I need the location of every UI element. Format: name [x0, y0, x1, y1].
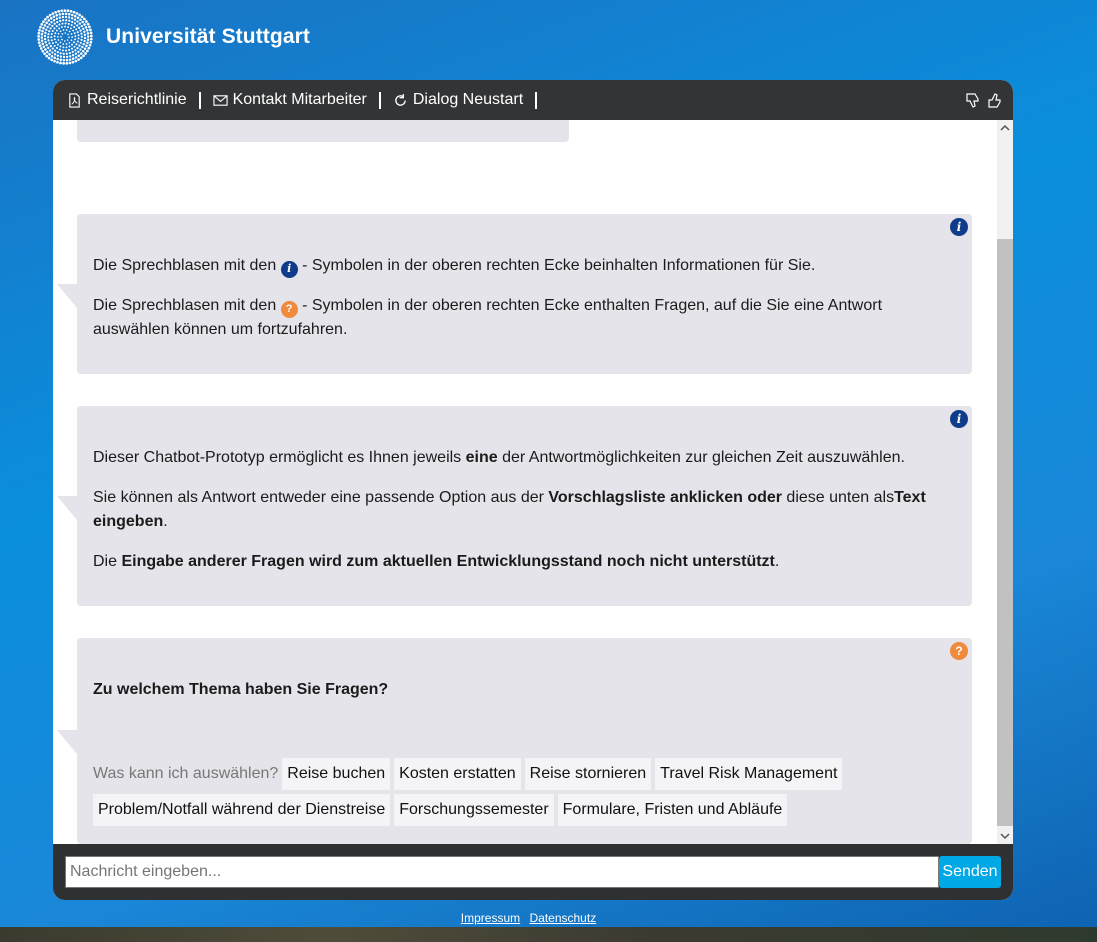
text-span: Die Sprechblasen mit den: [93, 297, 281, 314]
pdf-icon: [69, 92, 80, 108]
text-span: Vorschlagsliste anklicken oder: [548, 489, 782, 506]
chat-window: Reiserichtlinie Kontakt Mitarbeiter Dial…: [53, 80, 1013, 900]
info-icon: i: [950, 410, 968, 428]
message-bubble-info: i Dieser Chatbot-Prototyp ermöglicht es …: [57, 406, 972, 606]
text-span: .: [163, 513, 168, 530]
university-name: Universität Stuttgart: [106, 25, 310, 48]
datenschutz-link[interactable]: Datenschutz: [529, 911, 596, 925]
option-button[interactable]: Reise stornieren: [524, 758, 652, 790]
text-span: Die Sprechblasen mit den: [93, 257, 281, 274]
question-text: Zu welchem Thema haben Sie Fragen?: [93, 681, 389, 698]
scroll-up-arrow-icon[interactable]: [997, 120, 1013, 136]
option-button[interactable]: Problem/Notfall während der Dienstreise: [93, 794, 391, 826]
text-span: eine: [465, 449, 498, 466]
option-button[interactable]: Formulare, Fristen und Abläufe: [557, 794, 788, 826]
text-span: - Symbolen in der oberen rechten Ecke be…: [297, 257, 816, 274]
contact-staff-label: Kontakt Mitarbeiter: [232, 91, 367, 108]
question-icon: ?: [280, 300, 298, 318]
header-divider: [535, 91, 538, 109]
message-bubble-info: i Die Sprechblasen mit den i - Symbolen …: [57, 214, 972, 374]
travel-policy-label: Reiserichtlinie: [87, 91, 187, 108]
restart-icon: [395, 93, 406, 106]
text-span: Eingabe anderer Fragen wird zum aktuelle…: [121, 553, 775, 570]
message-bubble-previous: [77, 120, 569, 142]
footer-links: Impressum Datenschutz: [0, 911, 1057, 925]
restart-dialog-label: Dialog Neustart: [412, 91, 524, 108]
university-logo[interactable]: Universität Stuttgart: [36, 8, 310, 66]
option-button[interactable]: Travel Risk Management: [655, 758, 843, 790]
messages-scrollbar[interactable]: [997, 120, 1013, 844]
bubble-tail: [57, 496, 77, 520]
text-span: Dieser Chatbot-Prototyp ermöglicht es Ih…: [93, 449, 466, 466]
header-divider: [378, 91, 381, 109]
bubble-tail: [57, 284, 77, 308]
message-input[interactable]: [65, 856, 939, 888]
info-icon: i: [950, 218, 968, 236]
question-icon: ?: [950, 642, 968, 660]
text-span: der Antwortmöglichkeiten zur gleichen Ze…: [497, 449, 905, 466]
impressum-link[interactable]: Impressum: [461, 911, 520, 925]
text-span: diese unten als: [781, 489, 895, 506]
scroll-down-arrow-icon[interactable]: [997, 828, 1013, 844]
message-text: Die Sprechblasen mit den i - Symbolen in…: [93, 254, 956, 278]
bubble-tail: [57, 730, 77, 754]
scrollbar-thumb[interactable]: [997, 239, 1013, 826]
input-bar: Senden: [53, 844, 1013, 900]
message-text: Dieser Chatbot-Prototyp ermöglicht es Ih…: [93, 446, 956, 470]
travel-policy-button[interactable]: Reiserichtlinie: [67, 91, 187, 109]
thumbs-up-icon[interactable]: [987, 92, 1003, 109]
logo-dots-icon: [37, 9, 93, 65]
chat-header: Reiserichtlinie Kontakt Mitarbeiter Dial…: [53, 80, 1013, 120]
header-divider: [198, 91, 201, 109]
text-span: .: [774, 553, 780, 570]
options-list: Problem/Notfall während der Dienstreise F…: [93, 794, 956, 826]
message-text: Die Sprechblasen mit den ? - Symbolen in…: [93, 294, 956, 342]
option-button[interactable]: Kosten erstatten: [394, 758, 521, 790]
option-button[interactable]: Forschungssemester: [394, 794, 554, 826]
options-list: Was kann ich auswählen? Reise buchen Koste…: [93, 758, 956, 790]
contact-staff-button[interactable]: Kontakt Mitarbeiter: [212, 91, 367, 109]
options-label: Was kann ich auswählen?: [93, 765, 279, 782]
mail-icon: [212, 94, 228, 106]
send-button[interactable]: Senden: [939, 856, 1001, 888]
restart-dialog-button[interactable]: Dialog Neustart: [393, 91, 523, 109]
message-bubble-question: ? Zu welchem Thema haben Sie Fragen? Was…: [57, 638, 972, 844]
messages-area[interactable]: i Die Sprechblasen mit den i - Symbolen …: [53, 120, 997, 844]
background-strip: [0, 927, 1097, 942]
info-icon: i: [280, 260, 298, 278]
text-span: Die: [93, 553, 122, 570]
message-text: Die Eingabe anderer Fragen wird zum aktu…: [93, 550, 956, 574]
message-text: Sie können als Antwort entweder eine pas…: [93, 486, 956, 534]
text-span: Sie können als Antwort entweder eine pas…: [93, 489, 549, 506]
thumbs-down-icon[interactable]: [965, 92, 981, 109]
option-button[interactable]: Reise buchen: [282, 758, 391, 790]
